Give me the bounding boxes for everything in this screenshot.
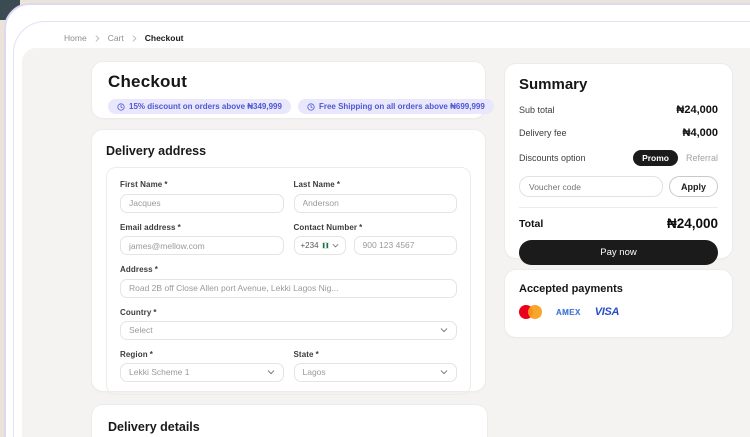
chevron-right-icon (132, 34, 137, 42)
promo-badges: 15% discount on orders above ₦349,999 Fr… (108, 99, 494, 114)
delivery-fee-row: Delivery fee ₦4,000 (519, 127, 718, 139)
shipping-promo-badge: Free Shipping on all orders above ₦699,9… (297, 99, 494, 114)
required-marker: * (359, 222, 363, 232)
total-label: Total (519, 217, 544, 230)
address-input[interactable] (120, 278, 457, 298)
first-name-label: First Name * (120, 180, 168, 189)
required-marker: * (336, 180, 341, 189)
inner-window-frame: Home Cart Checkout Checkout 15% discount… (13, 21, 750, 437)
email-field: Email address * (120, 222, 284, 255)
clock-icon (307, 102, 315, 111)
region-field: Region * Lekki Scheme 1 (120, 350, 284, 382)
voucher-row: Apply (519, 176, 718, 197)
content-area: Checkout 15% discount on orders above ₦3… (22, 48, 750, 437)
pay-now-button[interactable]: Pay now (519, 240, 718, 265)
subtotal-value: ₦24,000 (676, 104, 718, 116)
address-field: Address * (120, 265, 457, 298)
chevron-down-icon (267, 370, 274, 375)
referral-toggle[interactable]: Referral (686, 153, 718, 163)
required-marker: * (149, 349, 153, 359)
delivery-details-title: Delivery details (108, 420, 200, 434)
subtotal-label: Sub total (519, 105, 555, 115)
discount-promo-text: 15% discount on orders above ₦349,999 (129, 102, 282, 111)
delivery-fee-label: Delivery fee (519, 128, 567, 138)
discounts-option-label: Discounts option (519, 153, 586, 163)
required-marker: * (164, 180, 168, 189)
region-select[interactable]: Lekki Scheme 1 (120, 362, 284, 382)
required-marker: * (315, 349, 319, 359)
voucher-code-input[interactable] (519, 176, 663, 197)
first-name-input[interactable] (120, 193, 284, 213)
page-title: Checkout (108, 72, 188, 91)
accepted-payments-card: Accepted payments AMEX VISA (504, 269, 733, 338)
email-input[interactable] (120, 236, 284, 255)
region-select-value: Lekki Scheme 1 (129, 367, 190, 377)
phone-number-input[interactable] (353, 235, 457, 255)
dial-code-select[interactable]: +234 (293, 235, 346, 255)
promo-toggle[interactable]: Promo (633, 150, 678, 166)
country-select[interactable]: Select (120, 320, 457, 340)
required-marker: * (153, 307, 157, 317)
summary-divider (519, 207, 718, 208)
state-field: State * Lagos (293, 349, 457, 382)
delivery-details-card: Delivery details (91, 404, 488, 437)
clock-icon (117, 102, 125, 111)
shipping-promo-text: Free Shipping on all orders above ₦699,9… (318, 102, 485, 111)
total-value: ₦24,000 (666, 216, 718, 231)
email-label: Email address * (120, 222, 181, 232)
chevron-down-icon (332, 243, 338, 247)
delivery-address-card: Delivery address First Name* Last Name* (91, 129, 486, 395)
state-select[interactable]: Lagos (293, 362, 457, 382)
discount-promo-badge: 15% discount on orders above ₦349,999 (108, 99, 291, 114)
chevron-down-icon (440, 370, 448, 375)
address-fieldset: First Name* Last Name* Email address* (106, 167, 471, 395)
contact-number-field: Contact Number * +234 (293, 222, 457, 256)
subtotal-row: Sub total ₦24,000 (519, 104, 718, 116)
country-select-value: Select (129, 325, 153, 335)
state-select-value: Lagos (302, 367, 326, 377)
required-marker: * (154, 265, 158, 274)
delivery-fee-value: ₦4,000 (682, 127, 718, 139)
checkout-header-card: Checkout 15% discount on orders above ₦3… (91, 61, 494, 119)
country-field: Country * Select (120, 308, 457, 340)
last-name-input[interactable] (293, 193, 457, 213)
chevron-down-icon (440, 328, 448, 333)
dial-code: +234 (300, 240, 319, 250)
summary-card: Summary Sub total ₦24,000 Delivery fee ₦… (504, 63, 733, 265)
delivery-address-title: Delivery address (106, 144, 207, 158)
region-label: Region * (120, 349, 153, 359)
total-row: Total ₦24,000 (519, 216, 718, 231)
breadcrumb-cart[interactable]: Cart (108, 33, 124, 43)
chevron-right-icon (95, 34, 100, 42)
last-name-field: Last Name * (293, 180, 457, 213)
required-marker: * (177, 222, 181, 232)
last-name-label: Last Name * (293, 180, 341, 189)
first-name-field: First Name * (120, 180, 284, 213)
accepted-payments-title: Accepted payments (519, 283, 623, 295)
breadcrumb-home[interactable]: Home (64, 33, 87, 43)
apply-voucher-button[interactable]: Apply (668, 176, 718, 197)
address-label: Address * (120, 265, 158, 274)
contact-number-label: Contact Number * (293, 222, 363, 232)
state-label: State * (293, 349, 319, 359)
mastercard-logo-icon (519, 305, 542, 319)
breadcrumb: Home Cart Checkout (64, 30, 183, 46)
nigeria-flag-icon (321, 241, 329, 249)
summary-title: Summary (519, 76, 588, 93)
discounts-option-row: Discounts option Promo Referral (519, 150, 718, 166)
visa-logo-icon: VISA (594, 306, 620, 318)
amex-logo-icon: AMEX (556, 307, 581, 317)
payment-logos: AMEX VISA (519, 304, 718, 320)
checkout-page: Home Cart Checkout Checkout 15% discount… (0, 0, 750, 437)
country-label: Country * (120, 307, 157, 317)
breadcrumb-checkout: Checkout (144, 33, 184, 43)
